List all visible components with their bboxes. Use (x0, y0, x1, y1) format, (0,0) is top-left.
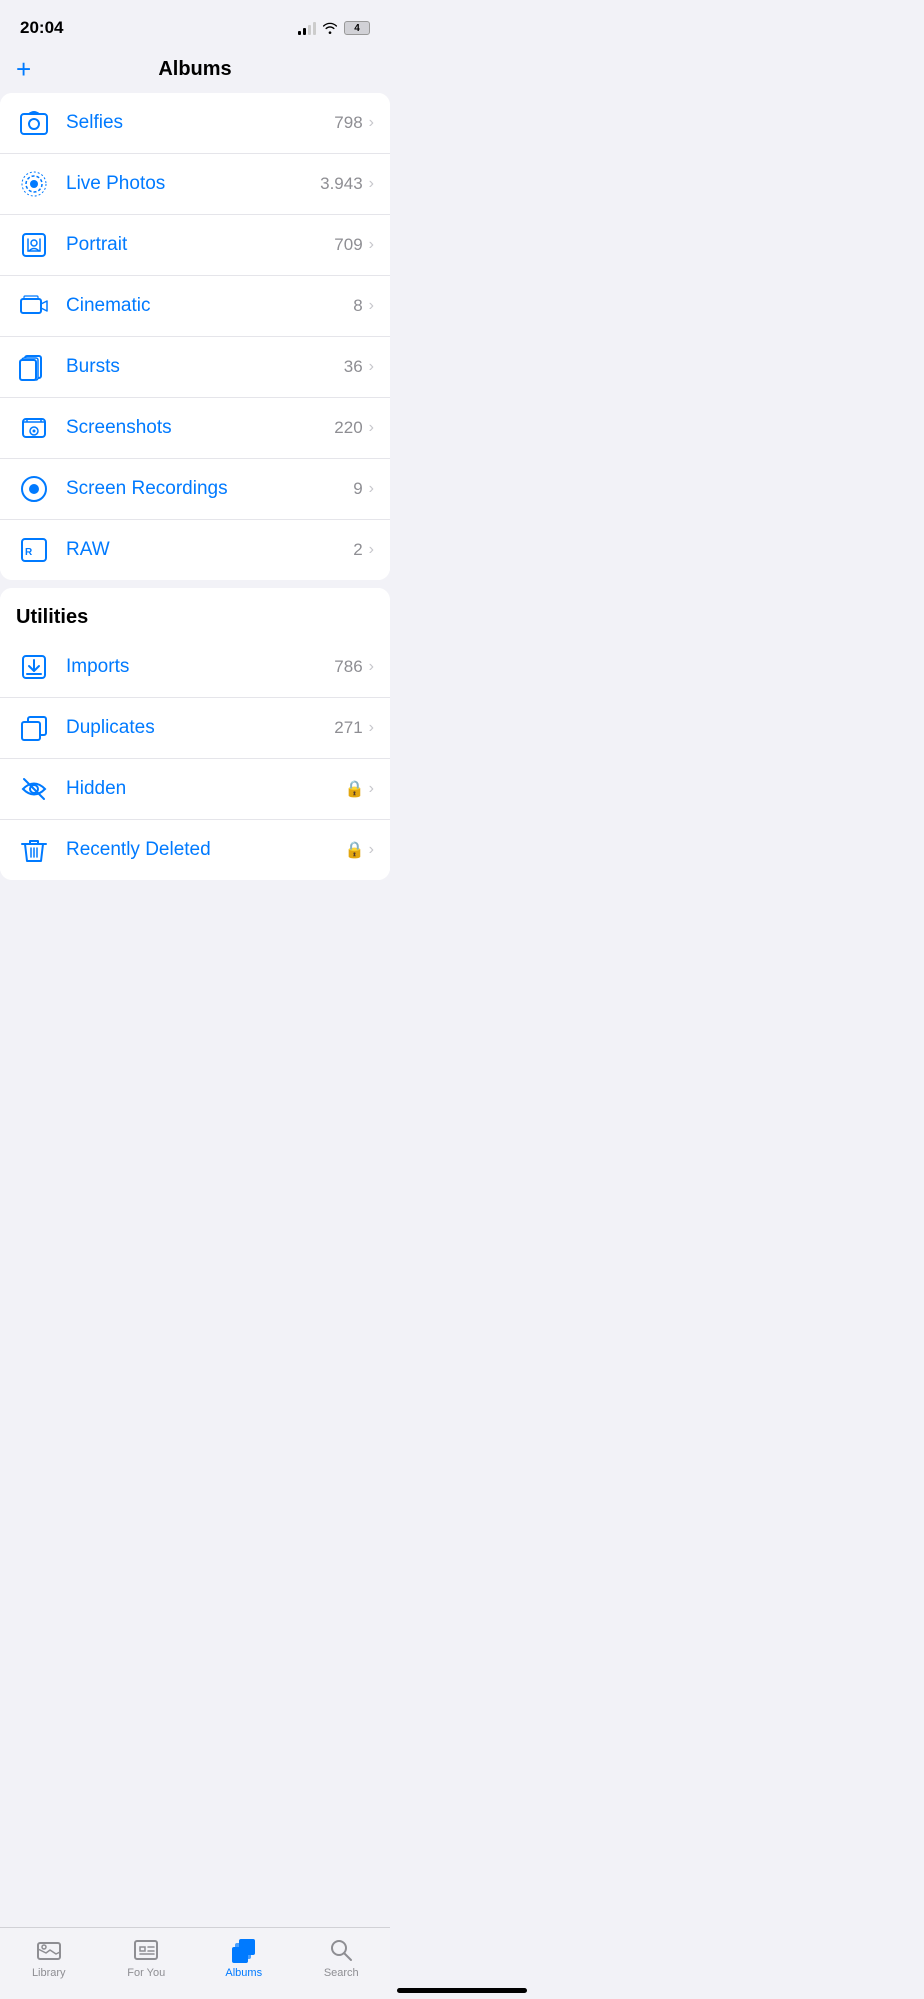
imports-chevron: › (369, 658, 374, 676)
add-album-button[interactable]: + (16, 54, 31, 85)
recently-deleted-icon (16, 832, 52, 868)
screenshots-chevron: › (369, 419, 374, 437)
screenshots-label: Screenshots (66, 417, 334, 439)
list-item-cinematic[interactable]: Cinematic 8 › (0, 276, 390, 337)
live-photos-label: Live Photos (66, 173, 320, 195)
duplicates-label: Duplicates (66, 717, 334, 739)
screenshots-icon (16, 410, 52, 446)
list-item-imports[interactable]: Imports 786 › (0, 637, 390, 698)
selfies-label: Selfies (66, 112, 334, 134)
selfies-icon (16, 105, 52, 141)
nav-header: + Albums (0, 50, 390, 93)
cinematic-chevron: › (369, 297, 374, 315)
cinematic-icon (16, 288, 52, 324)
utilities-section: Utilities Imports 786 › (0, 588, 390, 880)
recently-deleted-label: Recently Deleted (66, 839, 345, 861)
screen-recordings-count: 9 (353, 479, 362, 499)
bursts-count: 36 (344, 357, 363, 377)
screen-recordings-chevron: › (369, 480, 374, 498)
screenshots-count: 220 (334, 418, 362, 438)
tab-albums[interactable]: Albums (195, 1936, 293, 1979)
list-item-raw[interactable]: R RAW 2 › (0, 520, 390, 580)
selfies-chevron: › (369, 114, 374, 132)
imports-count: 786 (334, 657, 362, 677)
screen-recordings-label: Screen Recordings (66, 478, 353, 500)
list-item-screen-recordings[interactable]: Screen Recordings 9 › (0, 459, 390, 520)
portrait-label: Portrait (66, 234, 334, 256)
hidden-lock-icon: 🔒 (345, 779, 365, 799)
bursts-label: Bursts (66, 356, 344, 378)
hidden-label: Hidden (66, 778, 345, 800)
live-photos-count: 3.943 (320, 174, 363, 194)
albums-tab-label: Albums (225, 1967, 262, 1979)
status-bar: 20:04 4 (0, 0, 390, 50)
utilities-section-header: Utilities (0, 588, 390, 637)
cinematic-label: Cinematic (66, 295, 353, 317)
main-scroll: Selfies 798 › Live Photos 3.943 › (0, 93, 390, 988)
bursts-icon (16, 349, 52, 385)
selfies-count: 798 (334, 113, 362, 133)
cinematic-count: 8 (353, 296, 362, 316)
portrait-chevron: › (369, 236, 374, 254)
media-types-section: Selfies 798 › Live Photos 3.943 › (0, 93, 390, 580)
list-item-screenshots[interactable]: Screenshots 220 › (0, 398, 390, 459)
imports-icon (16, 649, 52, 685)
live-photos-chevron: › (369, 175, 374, 193)
recently-deleted-chevron: › (369, 841, 374, 859)
raw-chevron: › (369, 541, 374, 559)
bursts-chevron: › (369, 358, 374, 376)
for-you-tab-icon (132, 1936, 160, 1964)
raw-count: 2 (353, 540, 362, 560)
search-tab-label: Search (324, 1967, 359, 1979)
duplicates-count: 271 (334, 718, 362, 738)
hidden-icon (16, 771, 52, 807)
screen-recordings-icon (16, 471, 52, 507)
status-icons: 4 (298, 21, 370, 35)
raw-label: RAW (66, 539, 353, 561)
duplicates-chevron: › (369, 719, 374, 737)
for-you-tab-label: For You (127, 1967, 165, 1979)
page-title: Albums (158, 58, 231, 81)
duplicates-icon (16, 710, 52, 746)
list-item-portrait[interactable]: Portrait 709 › (0, 215, 390, 276)
list-item-bursts[interactable]: Bursts 36 › (0, 337, 390, 398)
imports-label: Imports (66, 656, 334, 678)
library-tab-icon (35, 1936, 63, 1964)
list-item-duplicates[interactable]: Duplicates 271 › (0, 698, 390, 759)
list-item-recently-deleted[interactable]: Recently Deleted 🔒 › (0, 820, 390, 880)
tab-bar: Library For You Albums (0, 1927, 390, 1999)
signal-icon (298, 22, 316, 35)
list-item-hidden[interactable]: Hidden 🔒 › (0, 759, 390, 820)
wifi-icon (322, 22, 338, 34)
tab-for-you[interactable]: For You (98, 1936, 196, 1979)
library-tab-label: Library (32, 1967, 66, 1979)
list-item-live-photos[interactable]: Live Photos 3.943 › (0, 154, 390, 215)
tab-library[interactable]: Library (0, 1936, 98, 1979)
live-photos-icon (16, 166, 52, 202)
search-tab-icon (327, 1936, 355, 1964)
portrait-count: 709 (334, 235, 362, 255)
list-item-selfies[interactable]: Selfies 798 › (0, 93, 390, 154)
status-time: 20:04 (20, 18, 63, 38)
battery-icon: 4 (344, 21, 370, 35)
hidden-chevron: › (369, 780, 374, 798)
albums-tab-icon (230, 1936, 258, 1964)
recently-deleted-lock-icon: 🔒 (345, 840, 365, 860)
raw-icon: R (16, 532, 52, 568)
tab-search[interactable]: Search (293, 1936, 391, 1979)
home-indicator (397, 1988, 527, 1993)
svg-text:R: R (25, 547, 33, 558)
portrait-icon (16, 227, 52, 263)
